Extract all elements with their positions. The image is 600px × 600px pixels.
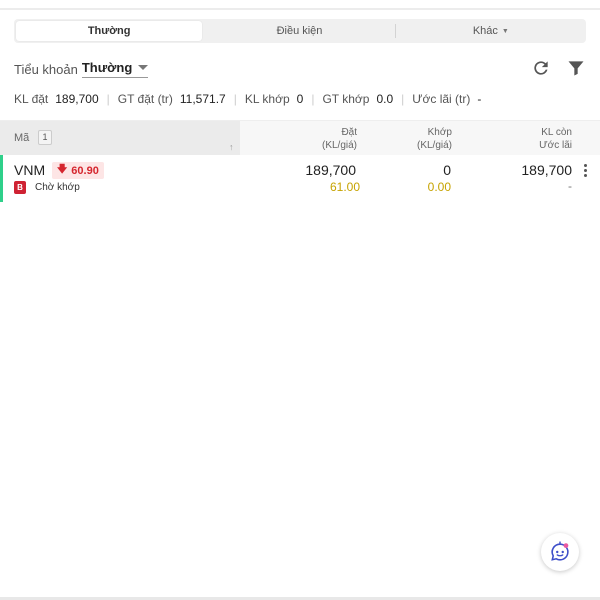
column-header-ma[interactable]: Mã 1 ↑ [0, 121, 240, 156]
tab-khac[interactable]: Khác ▼ [398, 21, 584, 41]
column-header-kl-con: KL còn Ước lãi [539, 126, 572, 152]
top-divider [0, 8, 600, 10]
matched-price: 0.00 [427, 180, 451, 194]
symbol-count-badge: 1 [38, 130, 52, 145]
order-quantity: 189,700 [305, 162, 356, 178]
column-dat-title: Đặt [341, 127, 357, 138]
tab-dieu-kien[interactable]: Điều kiện [206, 21, 392, 41]
account-label: Tiểu khoản [14, 61, 78, 77]
remaining-quantity: 189,700 [521, 162, 572, 178]
column-khop-title: Khớp [427, 127, 452, 138]
summary-divider: | [311, 92, 315, 106]
chevron-down-icon: ▼ [501, 27, 509, 35]
uoc-lai-label: Ước lãi (tr) [412, 92, 471, 106]
gt-khop-label: GT khớp [322, 92, 370, 106]
kl-khop-label: KL khớp [244, 92, 290, 106]
arrow-down-icon: 🡇 [57, 164, 68, 175]
kl-khop-value: 0 [296, 92, 304, 106]
column-header-khop: Khớp (KL/giá) [417, 126, 452, 152]
more-vertical-icon[interactable] [580, 164, 590, 180]
price-change-value: 60.90 [71, 164, 99, 177]
estimated-profit: - [568, 179, 572, 193]
price-change-badge: 🡇 60.90 [52, 162, 104, 179]
tab-thuong[interactable]: Thường [16, 21, 203, 41]
assistant-bot-icon [551, 541, 569, 561]
summary-divider: | [106, 92, 110, 106]
account-row: Tiểu khoản Thường [14, 60, 149, 78]
tab-thuong-label: Thường [87, 25, 131, 37]
kl-dat-value: 189,700 [55, 92, 99, 106]
dropdown-caret-icon [138, 65, 149, 70]
order-summary: KL đặt 189,700 | GT đặt (tr) 11,571.7 | … [14, 92, 481, 106]
tab-divider [394, 24, 396, 38]
order-type-tabs: Thường Điều kiện Khác ▼ [14, 19, 586, 43]
summary-divider: | [401, 92, 405, 106]
account-select[interactable]: Thường [81, 60, 149, 78]
order-status: Chờ khớp [35, 182, 80, 193]
summary-divider: | [233, 92, 237, 106]
tab-khac-label: Khác [472, 25, 498, 37]
matched-quantity: 0 [443, 162, 451, 178]
buy-side-badge: B [14, 181, 26, 194]
kl-dat-label: KL đặt [14, 92, 49, 106]
uoc-lai-value: - [477, 92, 482, 106]
column-header-dat: Đặt (KL/giá) [322, 126, 357, 152]
gt-khop-value: 0.0 [376, 92, 394, 106]
gt-dat-label: GT đặt (tr) [117, 92, 173, 106]
table-row[interactable]: VNM 🡇 60.90 B Chờ khớp 189,700 61.00 0 0… [0, 155, 600, 202]
column-ma-label: Mã [14, 132, 30, 144]
refresh-icon[interactable] [531, 58, 551, 78]
column-khop-subtitle: (KL/giá) [416, 140, 452, 151]
column-dat-subtitle: (KL/giá) [321, 140, 357, 151]
order-price: 61.00 [329, 180, 360, 194]
tab-dieu-kien-label: Điều kiện [276, 25, 323, 37]
filter-icon[interactable] [566, 58, 586, 78]
column-uoc-lai-title: Ước lãi [539, 140, 572, 151]
gt-dat-value: 11,571.7 [179, 92, 226, 106]
table-header: Mã 1 ↑ Đặt (KL/giá) Khớp (KL/giá) KL còn… [0, 120, 600, 156]
account-value: Thường [81, 60, 133, 75]
assistant-fab-button[interactable] [541, 533, 579, 571]
stock-symbol: VNM [14, 162, 46, 178]
column-kl-con-title: KL còn [541, 127, 572, 138]
sort-arrow-icon[interactable]: ↑ [229, 142, 234, 152]
row-status-accent [0, 155, 3, 202]
